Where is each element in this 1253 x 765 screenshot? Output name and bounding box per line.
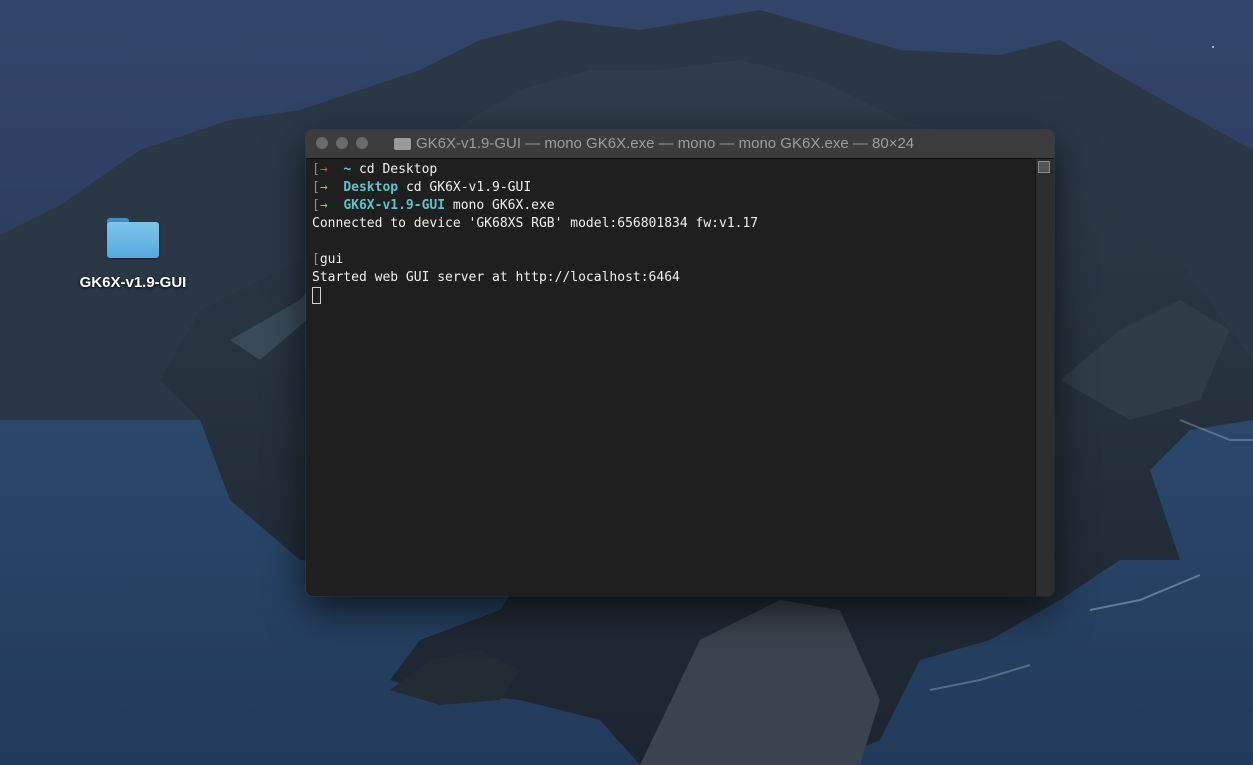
prompt-arrow-icon: → [319,162,328,177]
terminal-titlebar[interactable]: GK6X-v1.9-GUI — mono GK6X.exe — mono — m… [306,130,1054,159]
scroll-marker-icon[interactable] [1038,161,1050,173]
desktop-folder[interactable]: GK6X-v1.9-GUI [60,214,206,291]
folder-icon [394,137,411,150]
terminal-scrollbar[interactable] [1035,159,1054,596]
close-button[interactable] [316,137,328,149]
terminal-console[interactable]: [→ ~ cd Desktop] [→ Desktop cd GK6X-v1.9… [306,159,1036,596]
prompt-directory: ~ [343,162,352,177]
window-title-text: GK6X-v1.9-GUI — mono GK6X.exe — mono — m… [416,135,915,152]
zoom-button[interactable] [356,137,368,149]
output-line: [gui] [312,252,1036,267]
terminal-window[interactable]: GK6X-v1.9-GUI — mono GK6X.exe — mono — m… [306,130,1054,596]
prompt-arrow-icon: → [319,198,328,213]
prompt-command: cd GK6X-v1.9-GUI [405,180,532,195]
window-controls [316,137,376,149]
output-line: Connected to device 'GK68XS RGB' model:6… [312,216,759,231]
output-line: Started web GUI server at http://localho… [312,270,680,285]
text-cursor [312,287,321,304]
cursor-line [312,287,1036,305]
output-text: gui [319,252,344,267]
prompt-directory: GK6X-v1.9-GUI [343,198,446,213]
folder-icon [105,214,161,260]
prompt-command: cd Desktop [358,162,438,177]
desktop-folder-label: GK6X-v1.9-GUI [79,274,187,291]
minimize-button[interactable] [336,137,348,149]
prompt-command: mono GK6X.exe [452,198,555,213]
prompt-directory: Desktop [343,180,399,195]
prompt-arrow-icon: → [319,180,328,195]
prompt-line: [→ ~ cd Desktop] [312,162,1036,177]
window-title: GK6X-v1.9-GUI — mono GK6X.exe — mono — m… [394,135,1014,152]
prompt-line: [→ Desktop cd GK6X-v1.9-GUI] [312,180,1036,195]
prompt-line: [→ GK6X-v1.9-GUI mono GK6X.exe] [312,198,1036,213]
